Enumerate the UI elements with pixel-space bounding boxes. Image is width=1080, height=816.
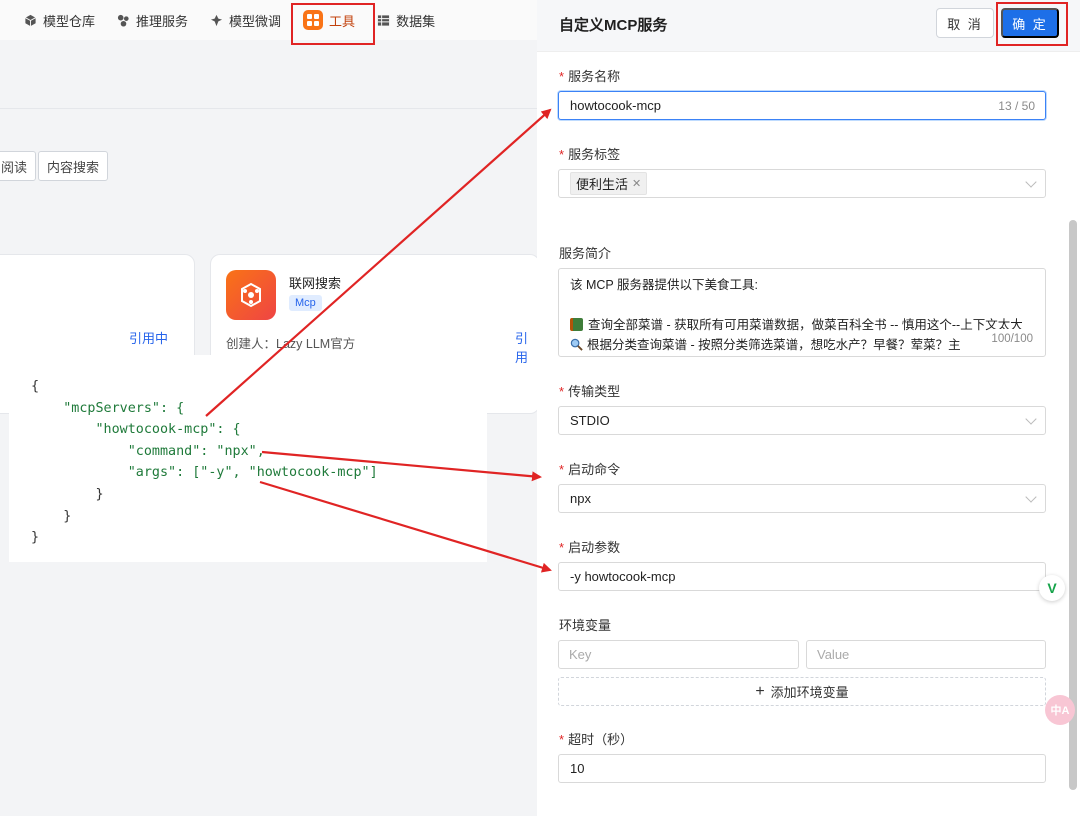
desc-text: 查询全部菜谱 - 获取所有可用菜谱数据，做菜百科全书 -- 慎用这个--上下文太… bbox=[588, 318, 1023, 332]
nav-item-model-repo[interactable]: 模型仓库 bbox=[22, 0, 97, 40]
label-text: 服务标签 bbox=[568, 147, 621, 162]
code-line: } bbox=[31, 508, 72, 524]
in-use-label[interactable]: 引用中 bbox=[129, 328, 168, 347]
label-text: 服务简介 bbox=[559, 246, 612, 261]
plus-icon: + bbox=[755, 682, 765, 700]
label-text: 环境变量 bbox=[559, 618, 612, 633]
reference-label[interactable]: 引用 bbox=[515, 328, 539, 366]
card-tag: Mcp bbox=[289, 295, 322, 311]
magnifier-icon bbox=[570, 338, 583, 351]
label-text: 传输类型 bbox=[568, 384, 621, 399]
selected-tag: 便利生活 ✕ bbox=[570, 172, 648, 195]
nav-label: 模型微调 bbox=[229, 13, 282, 29]
desc-line: 该 MCP 服务器提供以下美食工具: bbox=[570, 278, 758, 292]
char-count: 100/100 bbox=[991, 329, 1033, 349]
service-desc-label: 服务简介 bbox=[559, 243, 611, 262]
service-name-label: * 服务名称 bbox=[559, 69, 621, 84]
remove-tag-icon[interactable]: ✕ bbox=[632, 177, 641, 190]
card-title: 联网搜索 bbox=[289, 276, 342, 291]
drawer-title: 自定义MCP服务 bbox=[559, 17, 668, 34]
translate-icon[interactable]: 中A bbox=[1045, 695, 1075, 725]
service-tag-label: * 服务标签 bbox=[559, 147, 621, 162]
label-text: 服务名称 bbox=[568, 69, 621, 84]
env-vars-label: 环境变量 bbox=[559, 615, 611, 634]
drawer-header: 自定义MCP服务 取 消 确 定 bbox=[537, 0, 1080, 52]
cube-icon bbox=[25, 14, 36, 26]
add-env-var-button[interactable]: + 添加环境变量 bbox=[558, 677, 1046, 706]
nav-item-inference[interactable]: 推理服务 bbox=[115, 0, 190, 40]
label-text: 超时（秒） bbox=[568, 732, 634, 747]
filter-chip-read[interactable]: 阅读 bbox=[0, 151, 37, 181]
placeholder: Value bbox=[817, 647, 850, 662]
table-icon bbox=[377, 14, 390, 26]
select-value: npx bbox=[570, 491, 591, 506]
chevron-down-icon bbox=[1025, 491, 1037, 503]
code-line: } bbox=[31, 486, 104, 502]
input-value: 10 bbox=[570, 761, 585, 776]
service-name-input[interactable]: howtocook-mcp 13 / 50 bbox=[558, 91, 1046, 120]
start-command-label: * 启动命令 bbox=[559, 462, 621, 477]
start-command-select[interactable]: npx bbox=[558, 484, 1046, 513]
env-value-input[interactable]: Value bbox=[806, 640, 1046, 669]
annotation-highlight-box bbox=[291, 3, 375, 45]
code-line: } bbox=[31, 530, 40, 546]
char-count: 13 / 50 bbox=[998, 98, 1035, 113]
code-snippet-panel: { "mcpServers": { "howtocook-mcp": { "co… bbox=[9, 355, 487, 562]
code-line: "mcpServers": { bbox=[31, 400, 185, 416]
button-label: 添加环境变量 bbox=[770, 685, 849, 700]
desc-line: 根据分类查询菜谱 - 按照分类筛选菜谱，想吃水产？早餐？荤菜？主 bbox=[570, 335, 1034, 355]
code-line: "howtocook-mcp": { bbox=[31, 422, 241, 438]
start-args-label: * 启动参数 bbox=[559, 540, 621, 555]
nav-label: 数据集 bbox=[396, 13, 436, 29]
desc-line: 查询全部菜谱 - 获取所有可用菜谱数据，做菜百科全书 -- 慎用这个--上下文太… bbox=[570, 315, 1034, 335]
input-value: howtocook-mcp bbox=[570, 98, 662, 113]
nav-label: 模型仓库 bbox=[43, 13, 96, 29]
card-creator: 创建人：Lazy LLM官方 bbox=[226, 337, 356, 351]
divider bbox=[0, 108, 540, 109]
nav-item-dataset[interactable]: 数据集 bbox=[375, 0, 437, 40]
filter-chip-content-search[interactable]: 内容搜索 bbox=[38, 151, 109, 181]
top-navigation: 模型仓库 推理服务 模型微调 工具 数据集 bbox=[0, 0, 540, 40]
select-value: STDIO bbox=[570, 413, 610, 428]
code-snippet: { "mcpServers": { "howtocook-mcp": { "co… bbox=[31, 376, 378, 549]
timeout-label: * 超时（秒） bbox=[559, 732, 634, 747]
nav-label: 推理服务 bbox=[136, 13, 189, 29]
book-icon bbox=[570, 318, 583, 331]
tune-icon bbox=[210, 14, 223, 26]
label-text: 启动参数 bbox=[568, 540, 621, 555]
env-key-input[interactable]: Key bbox=[558, 640, 799, 669]
cancel-button[interactable]: 取 消 bbox=[936, 8, 994, 38]
placeholder: Key bbox=[569, 647, 592, 662]
nav-item-finetune[interactable]: 模型微调 bbox=[208, 0, 283, 40]
start-args-input[interactable]: -y howtocook-mcp bbox=[558, 562, 1046, 591]
icon-glyph: 中A bbox=[1050, 705, 1070, 717]
web-search-logo-icon bbox=[226, 270, 276, 320]
timeout-input[interactable]: 10 bbox=[558, 754, 1046, 783]
icon-glyph: V bbox=[1047, 580, 1057, 596]
desc-line bbox=[570, 295, 1034, 315]
chevron-down-icon bbox=[1025, 413, 1037, 425]
chip-label: 阅读 bbox=[1, 159, 28, 175]
nodes-icon bbox=[117, 14, 129, 27]
transport-type-select[interactable]: STDIO bbox=[558, 406, 1046, 435]
input-value: -y howtocook-mcp bbox=[570, 569, 676, 584]
annotation-highlight-box bbox=[996, 2, 1068, 46]
chevron-down-icon bbox=[1025, 176, 1037, 188]
custom-mcp-drawer: 自定义MCP服务 取 消 确 定 * 服务名称 howtocook-mcp 13 … bbox=[537, 0, 1080, 816]
assistant-v-icon[interactable]: V bbox=[1039, 575, 1065, 601]
service-tag-select[interactable]: 便利生活 ✕ bbox=[558, 169, 1046, 198]
code-line: "command": "npx", bbox=[31, 443, 265, 459]
code-line: { bbox=[31, 379, 40, 394]
service-desc-textarea[interactable]: 该 MCP 服务器提供以下美食工具: 查询全部菜谱 - 获取所有可用菜谱数据，做… bbox=[558, 268, 1046, 357]
code-line: "args": ["-y", "howtocook-mcp"] bbox=[31, 465, 378, 481]
desc-text: 根据分类查询菜谱 - 按照分类筛选菜谱，想吃水产？早餐？荤菜？主 bbox=[587, 338, 961, 352]
tag-text: 便利生活 bbox=[576, 177, 629, 192]
chip-label: 内容搜索 bbox=[47, 159, 100, 175]
label-text: 启动命令 bbox=[568, 462, 621, 477]
transport-type-label: * 传输类型 bbox=[559, 384, 621, 399]
